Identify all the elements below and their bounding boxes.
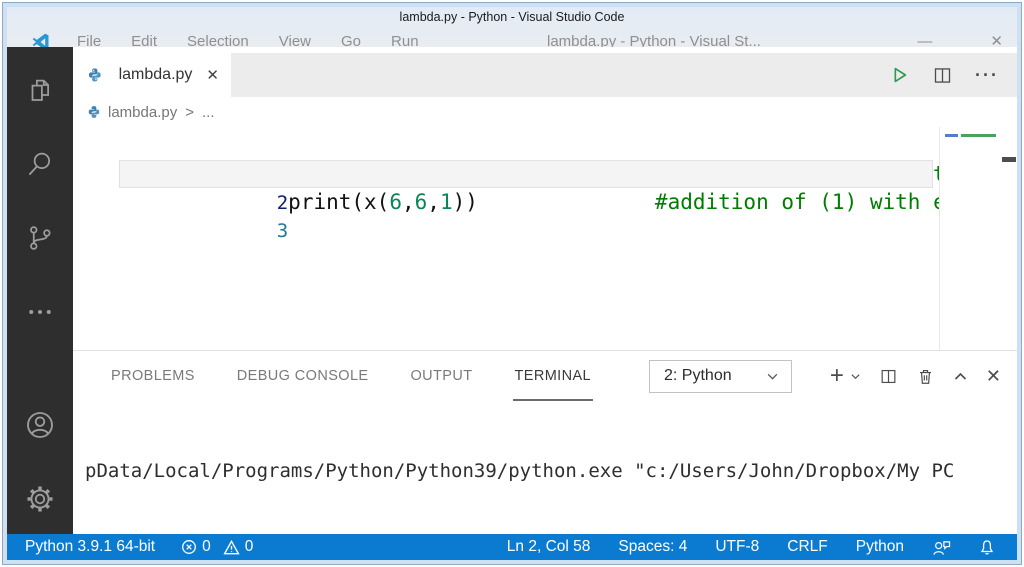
minimap-code-mark	[945, 134, 958, 137]
settings-gear-icon[interactable]	[23, 482, 57, 516]
explorer-icon[interactable]	[23, 73, 57, 107]
minimap[interactable]	[939, 127, 1001, 350]
terminal-shell-selector[interactable]: 2: Python	[649, 359, 792, 393]
account-icon[interactable]	[23, 408, 57, 442]
tab-problems[interactable]: PROBLEMS	[109, 351, 197, 401]
split-editor-icon[interactable]	[932, 65, 953, 86]
minimize-button[interactable]: —	[917, 30, 932, 47]
tab-bar: lambda.py ✕ ···	[73, 53, 1017, 97]
menu-go[interactable]: Go	[341, 30, 361, 47]
warnings-icon	[223, 539, 240, 556]
errors-icon	[181, 539, 197, 555]
code-line-1: 1x = lambda a,b,c : a*b+c #multiplicatio…	[276, 162, 1017, 186]
terminal-command-line-1: pData/Local/Programs/Python/Python39/pyt…	[85, 460, 955, 482]
maximize-panel-chevron-up-icon[interactable]	[953, 369, 968, 384]
breadcrumb-file[interactable]: lambda.py	[108, 104, 177, 121]
tab-debug-console[interactable]: DEBUG CONSOLE	[235, 351, 371, 401]
tab-terminal[interactable]: TERMINAL	[512, 351, 594, 401]
python-interpreter-status[interactable]: Python 3.9.1 64-bit	[25, 538, 155, 556]
eol-status[interactable]: CRLF	[787, 538, 827, 556]
close-panel-icon[interactable]: ✕	[986, 366, 1001, 387]
titlebar-title: lambda.py - Python - Visual St...	[546, 33, 761, 47]
menu-edit[interactable]: Edit	[131, 30, 157, 47]
split-terminal-icon[interactable]	[879, 367, 898, 386]
menu-view[interactable]: View	[279, 30, 311, 47]
menu-file[interactable]: File	[77, 30, 101, 47]
minimap-comment-mark	[961, 134, 996, 137]
cursor-position-status[interactable]: Ln 2, Col 58	[507, 538, 591, 556]
activity-bar	[7, 47, 73, 534]
code-editor[interactable]: 1x = lambda a,b,c : a*b+c #multiplicatio…	[73, 127, 1017, 350]
editor-more-actions-icon[interactable]: ···	[975, 65, 999, 86]
warning-count: 0	[244, 538, 254, 555]
cursor-position-marker	[1002, 157, 1016, 162]
tab-close-icon[interactable]: ✕	[206, 66, 219, 84]
python-file-icon	[88, 68, 101, 82]
bottom-panel: PROBLEMS DEBUG CONSOLE OUTPUT TERMINAL 2…	[73, 350, 1017, 534]
more-views-icon[interactable]	[23, 295, 57, 329]
window-title-tooltip: lambda.py - Python - Visual Studio Code	[399, 10, 625, 24]
titlebar: lambda.py - Python - Visual Studio Code …	[7, 7, 1017, 47]
tab-lambda-py[interactable]: lambda.py ✕	[73, 53, 231, 97]
run-file-icon[interactable]	[888, 64, 910, 86]
close-window-button[interactable]: ✕	[990, 30, 1003, 47]
tab-output[interactable]: OUTPUT	[408, 351, 474, 401]
feedback-icon[interactable]	[932, 539, 951, 556]
code-line-3: 3	[73, 188, 1017, 242]
kill-terminal-trash-icon[interactable]	[916, 367, 935, 386]
vscode-logo-icon	[32, 33, 49, 47]
panel-header: PROBLEMS DEBUG CONSOLE OUTPUT TERMINAL 2…	[73, 351, 1017, 401]
menu-selection[interactable]: Selection	[187, 30, 249, 47]
breadcrumb[interactable]: lambda.py > ...	[73, 97, 1017, 127]
menu-run[interactable]: Run	[391, 30, 419, 47]
notifications-bell-icon[interactable]	[979, 539, 995, 556]
source-control-icon[interactable]	[23, 221, 57, 255]
error-count: 0	[202, 538, 211, 555]
status-bar: Python 3.9.1 64-bit 0 0 Ln 2, Col 58 Spa…	[7, 534, 1017, 560]
language-mode-status[interactable]: Python	[856, 538, 904, 556]
terminal-output[interactable]: pData/Local/Programs/Python/Python39/pyt…	[73, 401, 1017, 534]
new-terminal-dropdown-icon[interactable]	[850, 371, 861, 382]
tab-label: lambda.py	[118, 66, 193, 83]
vscode-window: lambda.py - Python - Visual Studio Code …	[2, 2, 1022, 565]
line-number: 3	[276, 220, 289, 242]
breadcrumb-separator: >	[185, 103, 194, 121]
shell-selector-value: 2: Python	[664, 367, 732, 384]
chevron-down-icon	[767, 373, 778, 380]
breadcrumb-symbol-ellipsis[interactable]: ...	[202, 104, 215, 121]
code-line-2: 2print(x(6,6,1)) #addition of (1) with e…	[73, 160, 1017, 214]
indentation-status[interactable]: Spaces: 4	[618, 538, 687, 556]
menu-bar: File Edit Selection View Go Run lambda.p…	[7, 30, 1017, 47]
problems-status[interactable]: 0 0	[181, 538, 253, 556]
editor-group: lambda.py ✕ ··· lambda.py > ... 1x = lam…	[73, 47, 1017, 534]
encoding-status[interactable]: UTF-8	[715, 538, 759, 556]
overview-ruler[interactable]	[1001, 127, 1017, 350]
new-terminal-icon[interactable]: +	[830, 364, 844, 388]
search-icon[interactable]	[23, 147, 57, 181]
python-file-icon-small	[88, 106, 100, 118]
